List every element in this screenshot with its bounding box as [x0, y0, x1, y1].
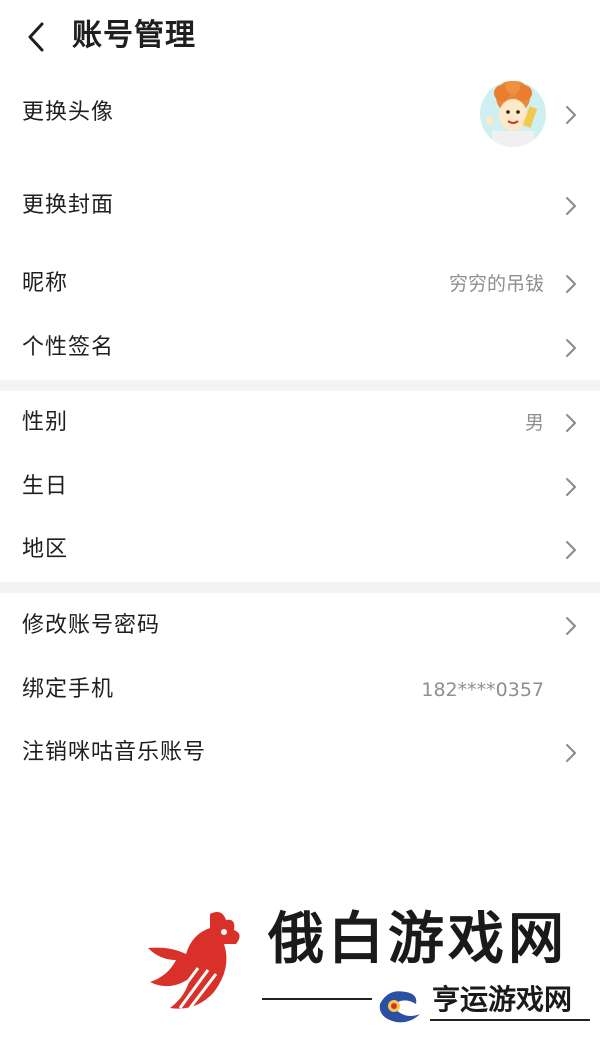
row-change-cover[interactable]: 更换封面	[0, 176, 600, 236]
row-birthday[interactable]: 生日	[0, 457, 600, 517]
row-label: 个性签名	[22, 335, 115, 360]
rooster-logo-icon	[148, 912, 240, 1009]
avatar	[480, 81, 546, 147]
row-value: 穷穷的吊钹	[448, 273, 544, 295]
header-bar: 账号管理	[0, 0, 600, 72]
watermark-divider	[262, 998, 372, 1000]
chevron-right-icon	[566, 478, 576, 496]
section-divider	[0, 380, 600, 391]
watermark-main-text: 俄白游戏网	[268, 907, 568, 972]
row-cancel-account[interactable]: 注销咪咕音乐账号	[0, 723, 600, 783]
chevron-right-icon	[566, 414, 576, 432]
row-change-avatar[interactable]: 更换头像	[0, 72, 600, 156]
page-title: 账号管理	[72, 18, 196, 53]
row-label: 性别	[22, 410, 69, 435]
row-label: 绑定手机	[22, 677, 115, 702]
dragon-logo-icon	[379, 991, 420, 1023]
row-label: 地区	[22, 537, 69, 562]
row-label: 注销咪咕音乐账号	[22, 740, 207, 765]
row-signature[interactable]: 个性签名	[0, 318, 600, 378]
chevron-right-icon	[566, 541, 576, 559]
section-divider	[0, 582, 600, 593]
chevron-right-icon	[566, 617, 576, 635]
chevron-right-icon	[566, 744, 576, 762]
row-label: 修改账号密码	[22, 613, 161, 638]
row-nickname[interactable]: 昵称 穷穷的吊钹	[0, 254, 600, 314]
chevron-right-icon	[566, 197, 576, 215]
back-arrow-icon[interactable]	[22, 20, 52, 54]
row-label: 生日	[22, 474, 69, 499]
row-region[interactable]: 地区	[0, 520, 600, 580]
row-value: 182****0357	[421, 679, 544, 701]
row-value: 男	[524, 412, 544, 434]
row-gender[interactable]: 性别 男	[0, 393, 600, 453]
watermark-sub-text: 亨运游戏网	[432, 983, 573, 1016]
row-label: 更换封面	[22, 193, 115, 218]
chevron-right-icon	[566, 106, 576, 124]
chevron-right-icon	[566, 339, 576, 357]
row-change-password[interactable]: 修改账号密码	[0, 596, 600, 656]
watermark-underline	[430, 1019, 590, 1021]
row-bind-phone[interactable]: 绑定手机 182****0357	[0, 660, 600, 720]
row-label: 昵称	[22, 271, 69, 296]
row-label: 更换头像	[22, 100, 115, 125]
chevron-right-icon	[566, 275, 576, 293]
